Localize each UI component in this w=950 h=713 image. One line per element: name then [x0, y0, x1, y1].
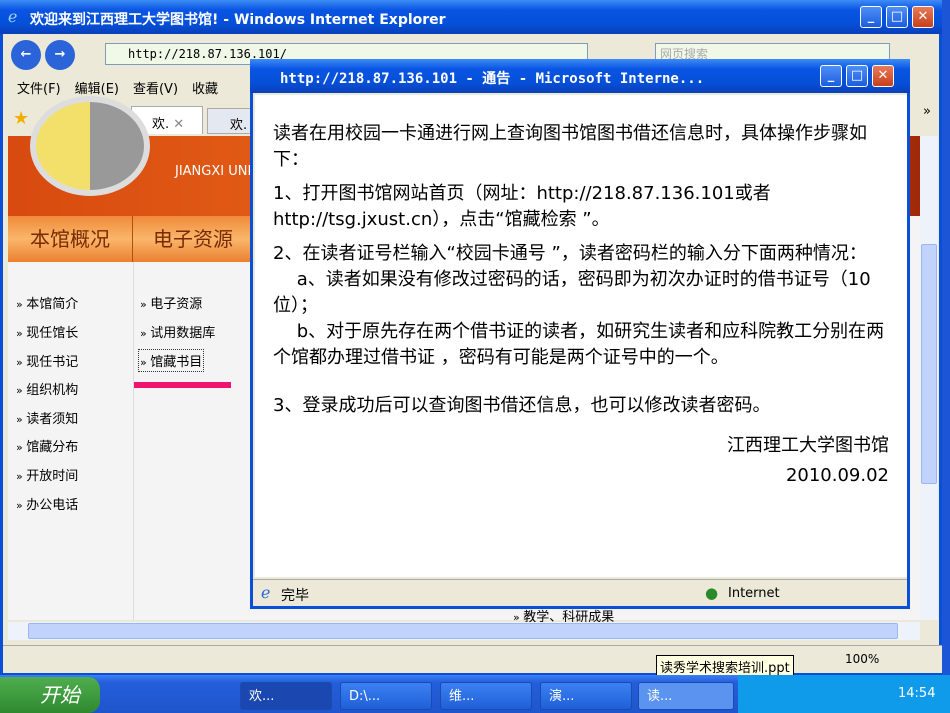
maximize-button[interactable]: □ — [886, 6, 908, 28]
notice-step-2: 2、在读者证号栏输入“校园卡通号 ”，读者密码栏的输入分下面两种情况： — [273, 243, 867, 264]
forward-button[interactable]: → — [45, 40, 75, 70]
ie-icon: ℯ — [8, 7, 18, 26]
link-collection-distribution[interactable]: 馆藏分布 — [16, 436, 78, 455]
popup-maximize-button[interactable]: □ — [846, 65, 868, 87]
link-catalog[interactable]: 馆藏书目 — [137, 349, 205, 372]
popup-title-bar: http://218.87.136.101 - 通告 - Microsoft I… — [250, 59, 910, 93]
highlight-underline — [134, 382, 231, 388]
taskbar-item-ppt-1[interactable]: 维... — [440, 682, 532, 710]
link-trial-databases[interactable]: 试用数据库 — [140, 322, 215, 341]
menu-edit[interactable]: 编辑(E) — [75, 82, 119, 97]
clock: 14:54 — [898, 686, 936, 701]
horizontal-scrollbar[interactable] — [8, 622, 920, 640]
toolbar-chevron[interactable]: » — [923, 104, 931, 119]
nav-tab-overview[interactable]: 本馆概况 — [8, 216, 133, 262]
popup-close-button[interactable]: ✕ — [872, 65, 894, 87]
notice-step-2b: b、对于原先存在两个借书证的读者，如研究生读者和应科院教工分别在两个馆都办理过借… — [273, 321, 885, 368]
link-organization[interactable]: 组织机构 — [16, 379, 78, 398]
tab-1-label: 欢. — [152, 117, 170, 132]
link-intro[interactable]: 本馆简介 — [16, 293, 78, 312]
favorites-star-icon[interactable]: ★ — [13, 108, 29, 129]
status-bar: 100% — [3, 645, 943, 673]
zoom-level[interactable]: 100% — [845, 652, 879, 666]
popup-status-text: 完毕 — [281, 588, 309, 604]
taskbar-item-label: 读... — [647, 689, 673, 704]
taskbar-item-ppt-2[interactable]: 演... — [540, 682, 632, 710]
nav-tab-eresources[interactable]: 电子资源 — [133, 216, 253, 262]
system-tray: 14:54 — [738, 675, 950, 713]
link-office-phone[interactable]: 办公电话 — [16, 494, 78, 513]
taskbar-item-label: 欢... — [249, 689, 275, 704]
taskbar-item-label: D:\... — [349, 689, 381, 704]
popup-minimize-button[interactable]: _ — [820, 65, 842, 87]
link-eresources[interactable]: 电子资源 — [140, 293, 202, 312]
popup-status-bar: ℯ 完毕 ● Internet — [253, 579, 907, 606]
link-director[interactable]: 现任馆长 — [16, 322, 78, 341]
taskbar-item-label: 维... — [449, 689, 475, 704]
link-opening-hours[interactable]: 开放时间 — [16, 465, 78, 484]
menu-view[interactable]: 查看(V) — [133, 82, 178, 97]
start-label: 开始 — [40, 683, 80, 707]
globe-icon: ● — [705, 584, 719, 602]
notice-date: 2010.09.02 — [785, 465, 889, 486]
notice-intro: 读者在用校园一卡通进行网上查询图书馆图书借还信息时，具体操作步骤如下： — [273, 123, 867, 170]
popup-content: 读者在用校园一卡通进行网上查询图书馆图书借还信息时，具体操作步骤如下： 1、打开… — [255, 95, 907, 577]
notice-step-2a: a、读者如果没有修改过密码的话，密码即为初次办证时的借书证号（10位）； — [273, 269, 871, 316]
start-button[interactable]: 开始 — [0, 677, 100, 713]
banner-text: JIANGXI UNI — [175, 164, 252, 179]
horizontal-scroll-thumb[interactable] — [28, 623, 898, 639]
link-reader-notice[interactable]: 读者须知 — [16, 408, 78, 427]
menu-file[interactable]: 文件(F) — [17, 82, 61, 97]
column-divider — [133, 262, 134, 620]
notice-signature: 江西理工大学图书馆 — [727, 435, 889, 456]
tab-close-icon[interactable]: ✕ — [173, 117, 184, 132]
tab-2-label: 欢. — [230, 118, 248, 133]
link-secretary[interactable]: 现任书记 — [16, 351, 78, 370]
taskbar-item-ie[interactable]: 欢... — [240, 682, 332, 710]
taskbar-item-ppt-3[interactable]: 读... — [638, 682, 734, 710]
page-icon: ℯ — [261, 583, 271, 602]
university-logo — [30, 96, 150, 196]
vertical-scrollbar[interactable] — [920, 136, 938, 620]
vertical-scroll-thumb[interactable] — [921, 244, 937, 484]
background-window-edge — [942, 0, 950, 675]
title-bar: ℯ 欢迎来到江西理工大学图书馆! - Windows Internet Expl… — [0, 0, 945, 34]
minimize-button[interactable]: _ — [860, 6, 882, 28]
nav-tabs: 本馆概况 电子资源 — [8, 216, 253, 262]
window-title: 欢迎来到江西理工大学图书馆! - Windows Internet Explor… — [30, 12, 446, 28]
notice-popup-window: http://218.87.136.101 - 通告 - Microsoft I… — [250, 59, 910, 609]
menu-favorites[interactable]: 收藏 — [192, 82, 218, 97]
taskbar-item-folder[interactable]: D:\... — [340, 682, 432, 710]
close-button[interactable]: ✕ — [912, 6, 934, 28]
notice-step-3: 3、登录成功后可以查询图书借还信息，也可以修改读者密码。 — [273, 395, 771, 416]
back-button[interactable]: ← — [11, 40, 41, 70]
popup-title: http://218.87.136.101 - 通告 - Microsoft I… — [280, 71, 705, 87]
notice-step-1: 1、打开图书馆网站首页（网址：http://218.87.136.101或者ht… — [273, 183, 771, 230]
taskbar-item-label: 演... — [549, 689, 575, 704]
zone-label: Internet — [728, 586, 780, 601]
menu-bar: 文件(F) 编辑(E) 查看(V) 收藏 — [17, 78, 232, 97]
